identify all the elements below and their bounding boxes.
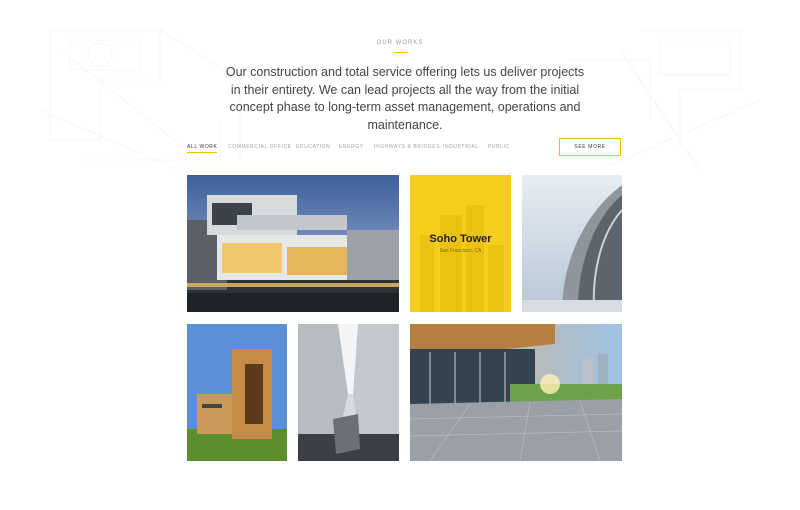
wooden-building-image <box>187 324 287 461</box>
featured-project-title: Soho Tower <box>429 233 492 245</box>
project-tile-interior-corridor[interactable] <box>298 324 399 461</box>
filter-public[interactable]: PUBLIC <box>488 144 510 150</box>
filter-education[interactable]: EDUCATION <box>296 144 330 150</box>
filter-energy[interactable]: ENERGY <box>339 144 364 150</box>
interior-corridor-image <box>298 324 399 461</box>
project-tile-soho-tower[interactable]: Soho Tower San Francisco, CA <box>410 175 511 312</box>
filter-commercial-office[interactable]: COMMERCIAL OFFICE <box>228 144 292 150</box>
see-more-button[interactable]: SEE MORE <box>559 138 621 156</box>
section-intro: Our construction and total service offer… <box>225 65 585 132</box>
section-label-underline <box>394 52 408 53</box>
project-tile-glass-plaza[interactable] <box>410 324 622 461</box>
filter-highways-bridges[interactable]: HIGHWAYS & BRIDGES <box>374 144 440 150</box>
featured-project-location: San Francisco, CA <box>439 248 482 254</box>
modern-house-image <box>187 175 399 312</box>
curved-stadium-image <box>522 175 622 312</box>
project-tile-modern-house[interactable] <box>187 175 399 312</box>
project-tile-curved-stadium[interactable] <box>522 175 622 312</box>
glass-plaza-image <box>410 324 622 461</box>
filter-all-work[interactable]: ALL WORK <box>187 144 218 153</box>
section-label: OUR WORKS <box>376 40 424 46</box>
filter-industrial[interactable]: INDUSTRIAL <box>443 144 479 150</box>
project-tile-wooden-building[interactable] <box>187 324 287 461</box>
